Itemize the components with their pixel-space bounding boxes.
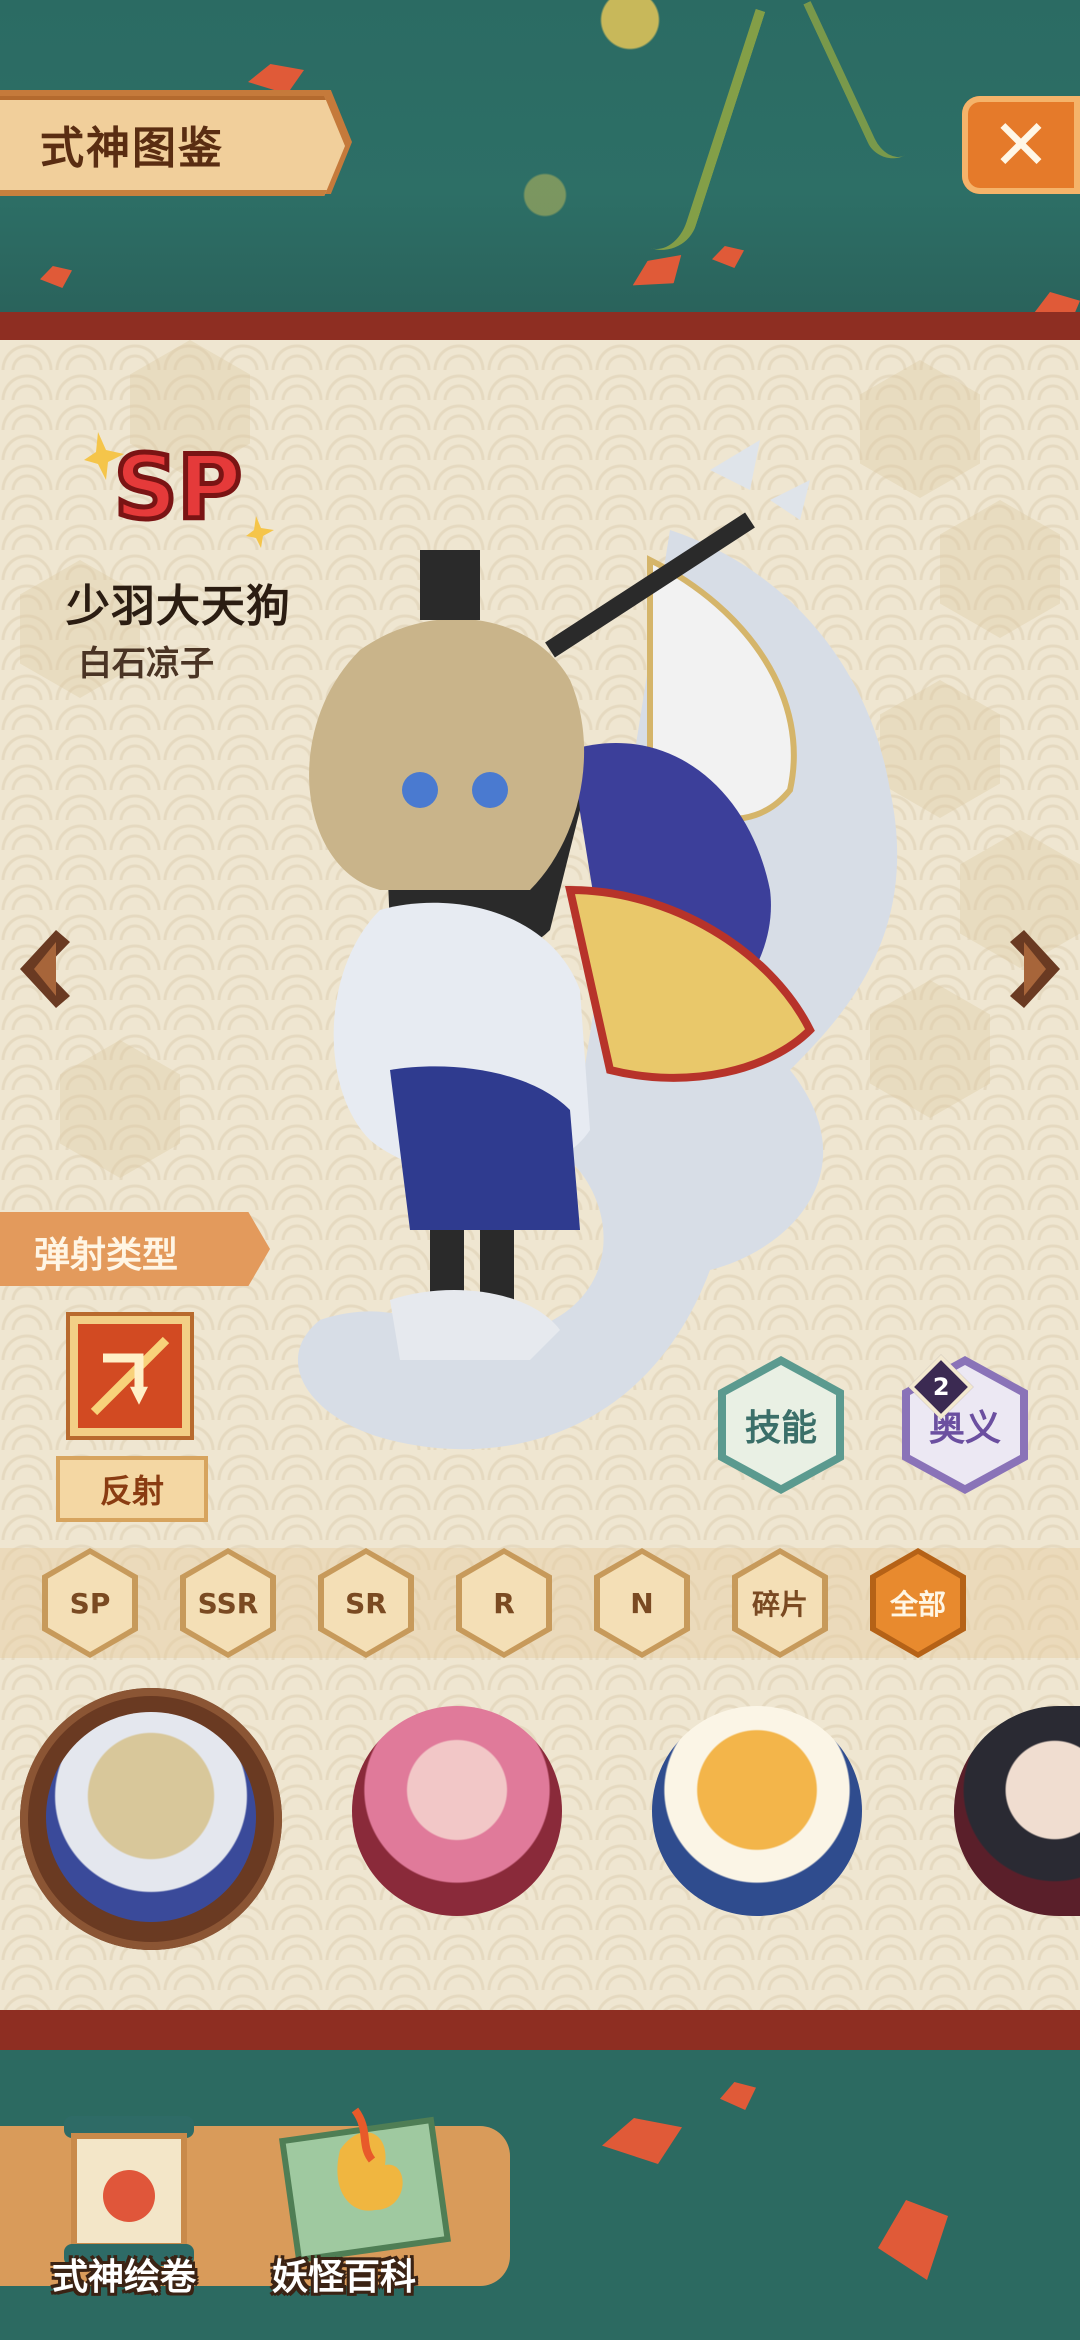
attack-type-icon[interactable]	[70, 1316, 190, 1436]
shikigami-illustration	[150, 370, 930, 1520]
chevron-left-icon	[20, 930, 70, 1008]
attack-type-label: 反射	[56, 1456, 208, 1522]
attack-type-value: 反射	[99, 1472, 164, 1510]
nav-scroll-label: 式神绘卷	[52, 2257, 197, 2298]
panel-border-top	[0, 312, 1080, 342]
portrait-shikigami[interactable]	[352, 1706, 562, 1916]
page-title: 式神图鉴	[40, 123, 224, 174]
nav-scroll-button[interactable]: 式神绘卷	[24, 2096, 234, 2298]
nav-encyclopedia-button[interactable]: 妖怪百科	[260, 2090, 470, 2298]
next-arrow-button[interactable]	[1006, 924, 1066, 1014]
portrait-shikigami-selected[interactable]	[46, 1712, 256, 1922]
attack-type-title: 弹射类型	[34, 1235, 179, 1276]
panel-border-bottom	[0, 2010, 1080, 2050]
close-icon: ✕	[991, 104, 1051, 186]
nav-encyclopedia-label: 妖怪百科	[272, 2257, 417, 2298]
chevron-right-icon	[1010, 930, 1060, 1008]
skill-label: 技能	[744, 1408, 817, 1449]
reflect-icon	[90, 1336, 170, 1416]
close-button[interactable]: ✕	[962, 96, 1080, 194]
prev-arrow-button[interactable]	[14, 924, 74, 1014]
portrait-shikigami[interactable]	[652, 1706, 862, 1916]
encyclopedia-icon	[278, 2107, 452, 2264]
